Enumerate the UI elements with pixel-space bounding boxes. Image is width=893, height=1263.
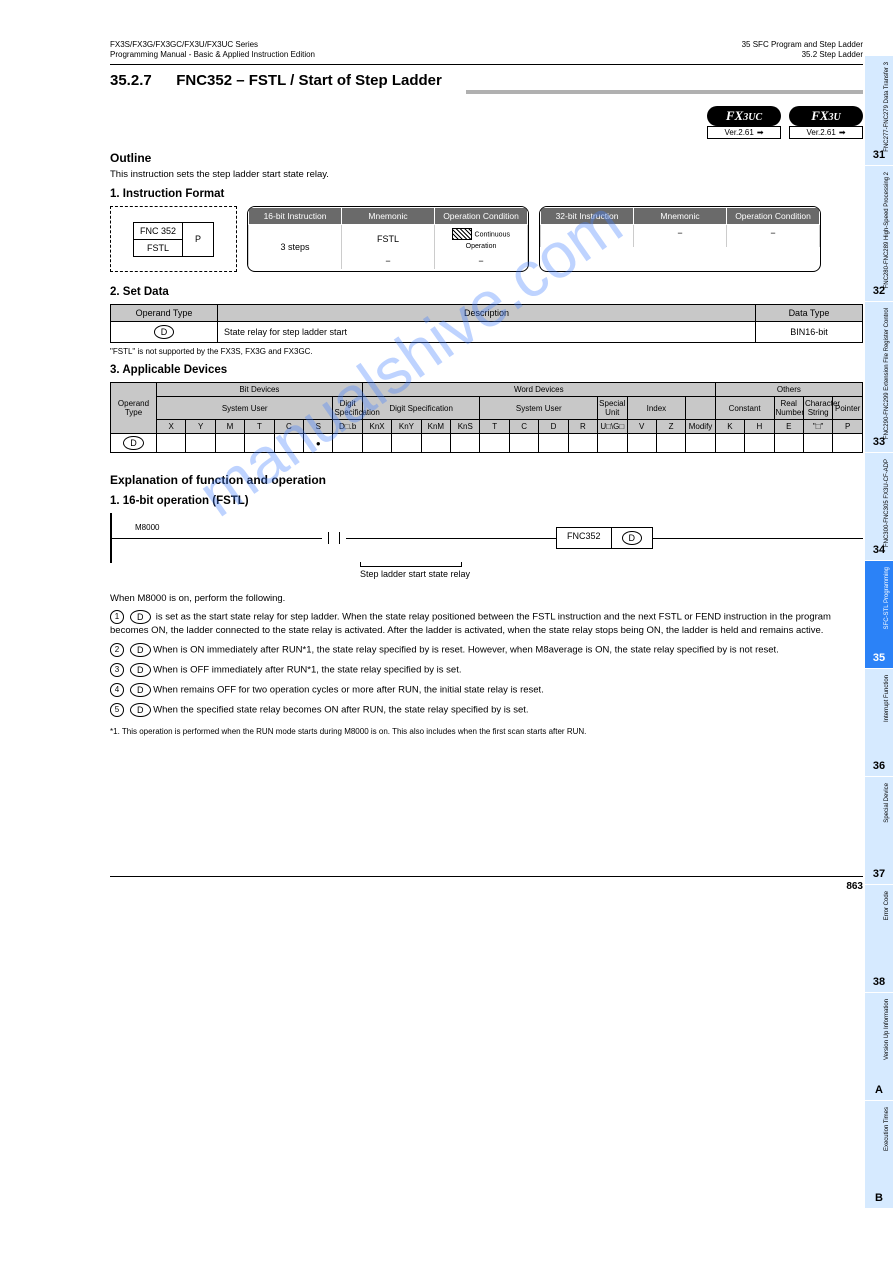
header-right-2: 35.2 Step Ladder <box>742 50 863 60</box>
tab-37[interactable]: 37Special Device <box>865 777 893 885</box>
section-title-text: FNC352 – FSTL / Start of Step Ladder <box>176 72 454 89</box>
tab-35[interactable]: 35SFC-STL Programming <box>865 561 893 669</box>
table-row: D ● <box>111 434 863 453</box>
section-number: 35.2.7 <box>110 72 164 89</box>
tab-34[interactable]: 34FNC300-FNC305 FX3U-CF-ADP <box>865 453 893 561</box>
function-footnote: *1. This operation is performed when the… <box>110 727 863 736</box>
tab-33[interactable]: 33FNC290-FNC299 Extension File Register … <box>865 302 893 453</box>
list-item: 1D is set as the start state relay for s… <box>110 610 863 637</box>
operand-pill: D <box>154 325 175 339</box>
ladder-note: Step ladder start state relay <box>360 562 863 579</box>
arrow-icon: ➡ <box>839 128 846 137</box>
tab-A[interactable]: AVersion Up Information <box>865 993 893 1101</box>
continuous-op-icon <box>452 228 472 240</box>
devices-table: Operand Type Bit Devices Word Devices Ot… <box>110 382 863 453</box>
instruction-format: FNC 352P FSTL 16-bit Instruction Mnemoni… <box>110 206 863 272</box>
tab-B[interactable]: BExecution Times <box>865 1101 893 1209</box>
page-header: FX3S/FX3G/FX3GC/FX3U/FX3UC Series Progra… <box>110 40 863 60</box>
explanation-heading: Explanation of function and operation <box>110 473 863 487</box>
list-item: 4D When remains OFF for two operation cy… <box>110 683 863 697</box>
section-heading: 35.2.7 FNC352 – FSTL / Start of Step Lad… <box>110 90 863 94</box>
tab-32[interactable]: 32FNC280-FNC289 High-Speed Processing 2 <box>865 166 893 302</box>
setdata-note: "FSTL" is not supported by the FX3S, FX3… <box>110 347 863 356</box>
fnc-box: FNC 352P FSTL <box>110 206 237 272</box>
devices-heading: 3. Applicable Devices <box>110 364 863 376</box>
tab-31[interactable]: 31FNC277-FNC279 Data Transfer 3 <box>865 56 893 166</box>
setdata-heading: 2. Set Data <box>110 286 863 298</box>
outline-heading: Outline <box>110 151 863 165</box>
thirtytwo-bit-box: 32-bit Instruction Mnemonic Operation Co… <box>539 206 821 272</box>
list-item: 2D When is ON immediately after RUN*1, t… <box>110 643 863 657</box>
instr-format-heading: 1. Instruction Format <box>110 188 863 200</box>
badge-fx3u: FX3U Ver.2.61➡ <box>789 106 863 139</box>
list-item: 3D When is OFF immediately after RUN*1, … <box>110 663 863 677</box>
operation-heading: 1. 16-bit operation (FSTL) <box>110 495 863 507</box>
setdata-table: Operand Type Description Data Type D Sta… <box>110 304 863 343</box>
list-item: 5D When the specified state relay become… <box>110 703 863 717</box>
table-row: D State relay for step ladder start BIN1… <box>111 322 863 343</box>
badge-fx3uc: FX3UC Ver.2.61➡ <box>707 106 781 139</box>
header-rule <box>110 64 863 65</box>
outline-desc: This instruction sets the step ladder st… <box>110 169 863 180</box>
sixteen-bit-box: 16-bit Instruction Mnemonic Operation Co… <box>247 206 529 272</box>
function-items: 1D is set as the start state relay for s… <box>110 610 863 717</box>
side-nav: 31FNC277-FNC279 Data Transfer 3 32FNC280… <box>865 56 893 1209</box>
function-intro: When M8000 is on, perform the following. <box>110 593 863 604</box>
header-right-1: 35 SFC Program and Step Ladder <box>742 40 863 50</box>
contact-label: M8000 <box>135 523 863 532</box>
tab-36[interactable]: 36Interrupt Function <box>865 669 893 777</box>
page-number: 863 <box>110 876 863 896</box>
support-badges: FX3UC Ver.2.61➡ FX3U Ver.2.61➡ <box>110 106 863 139</box>
arrow-icon: ➡ <box>757 128 764 137</box>
header-left-1: FX3S/FX3G/FX3GC/FX3U/FX3UC Series <box>110 40 315 50</box>
header-left-2: Programming Manual - Basic & Applied Ins… <box>110 50 315 60</box>
tab-38[interactable]: 38Error Code <box>865 885 893 993</box>
